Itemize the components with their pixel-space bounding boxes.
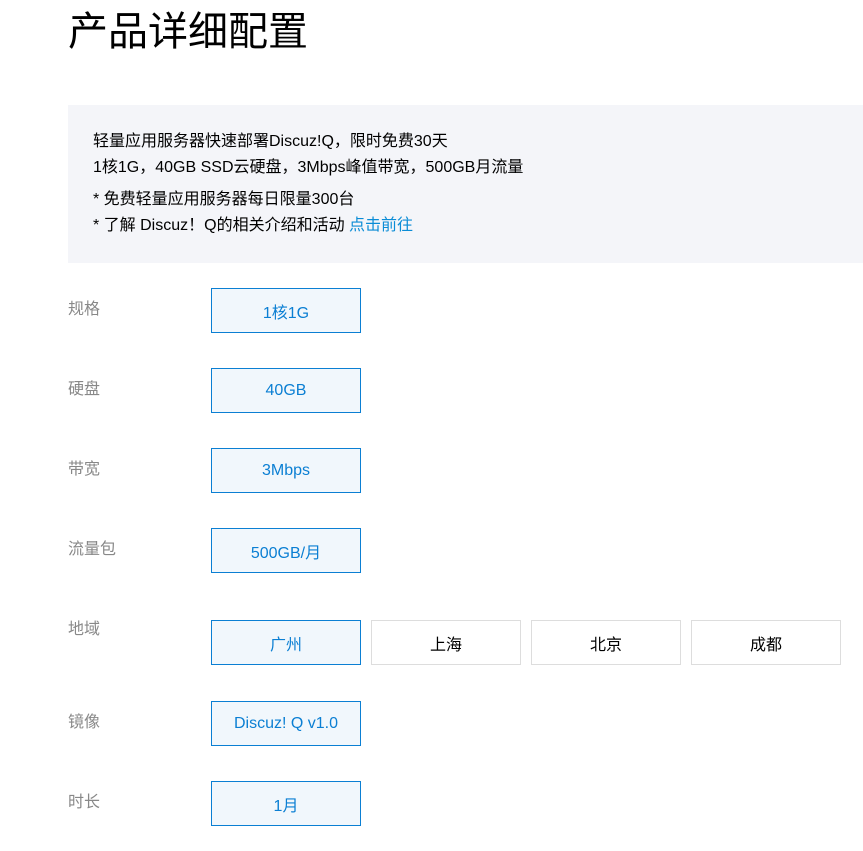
- region-label: 地域: [68, 621, 101, 638]
- image-label: 镜像: [68, 714, 101, 731]
- traffic-option-500gb[interactable]: 500GB/月: [211, 528, 361, 573]
- region-option-guangzhou[interactable]: 广州: [211, 620, 361, 665]
- region-option-beijing[interactable]: 北京: [531, 620, 681, 665]
- duration-option-1-month[interactable]: 1月: [211, 781, 361, 826]
- bandwidth-label: 带宽: [68, 461, 101, 478]
- region-option-chengdu[interactable]: 成都: [691, 620, 841, 665]
- info-note-learn-more-text: * 了解 Discuz！Q的相关介绍和活动: [93, 217, 350, 234]
- duration-label: 时长: [68, 794, 101, 811]
- info-box: 轻量应用服务器快速部署Discuz!Q，限时免费30天 1核1G，40GB SS…: [68, 105, 863, 263]
- image-option-discuz-q[interactable]: Discuz! Q v1.0: [211, 701, 361, 746]
- page-title: 产品详细配置: [68, 10, 308, 54]
- region-option-shanghai[interactable]: 上海: [371, 620, 521, 665]
- info-note-limit: * 免费轻量应用服务器每日限量300台: [93, 191, 355, 208]
- traffic-label: 流量包: [68, 541, 117, 558]
- spec-label: 规格: [68, 301, 101, 318]
- spec-option-1c1g[interactable]: 1核1G: [211, 288, 361, 333]
- disk-label: 硬盘: [68, 381, 101, 398]
- learn-more-link[interactable]: 点击前往: [349, 217, 413, 234]
- info-line-spec-summary: 1核1G，40GB SSD云硬盘，3Mbps峰值带宽，500GB月流量: [93, 159, 524, 176]
- disk-option-40gb[interactable]: 40GB: [211, 368, 361, 413]
- info-line-promo: 轻量应用服务器快速部署Discuz!Q，限时免费30天: [93, 133, 448, 150]
- page: 产品详细配置 轻量应用服务器快速部署Discuz!Q，限时免费30天 1核1G，…: [0, 0, 863, 851]
- info-note-learn-more: * 了解 Discuz！Q的相关介绍和活动 点击前往: [93, 213, 863, 239]
- bandwidth-option-3mbps[interactable]: 3Mbps: [211, 448, 361, 493]
